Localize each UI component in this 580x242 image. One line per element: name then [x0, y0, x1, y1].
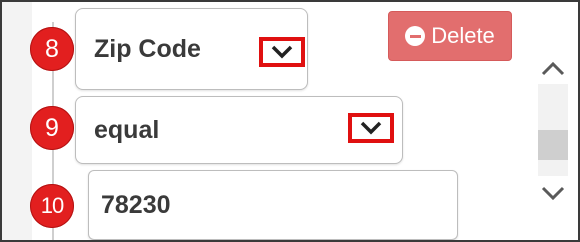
step-badge-9: 9: [30, 106, 74, 150]
value-input-text: 78230: [101, 190, 171, 219]
chevron-down-icon: [360, 121, 382, 135]
chevron-down-icon: [271, 45, 293, 59]
delete-button-label: Delete: [431, 23, 495, 48]
value-input[interactable]: 78230: [88, 170, 458, 240]
step-badge-8: 8: [30, 27, 74, 71]
chevron-up-icon: [541, 61, 565, 76]
operator-dropdown-button[interactable]: [348, 113, 394, 143]
step-badge-10: 10: [30, 184, 74, 228]
chevron-down-icon: [541, 186, 565, 201]
field-select-value: Zip Code: [94, 34, 201, 63]
scrollbar-thumb[interactable]: [538, 130, 568, 160]
field-dropdown-button[interactable]: [259, 37, 305, 67]
minus-circle-icon: [405, 26, 426, 46]
scrollbar[interactable]: [528, 2, 578, 240]
scroll-down-button[interactable]: [538, 178, 568, 208]
scroll-up-button[interactable]: [538, 54, 568, 84]
filter-panel: 8 9 10 Zip Code Delete equal 78230: [0, 0, 580, 242]
left-gutter: [2, 2, 32, 240]
delete-button[interactable]: Delete: [388, 11, 512, 61]
operator-select-value: equal: [94, 115, 160, 144]
